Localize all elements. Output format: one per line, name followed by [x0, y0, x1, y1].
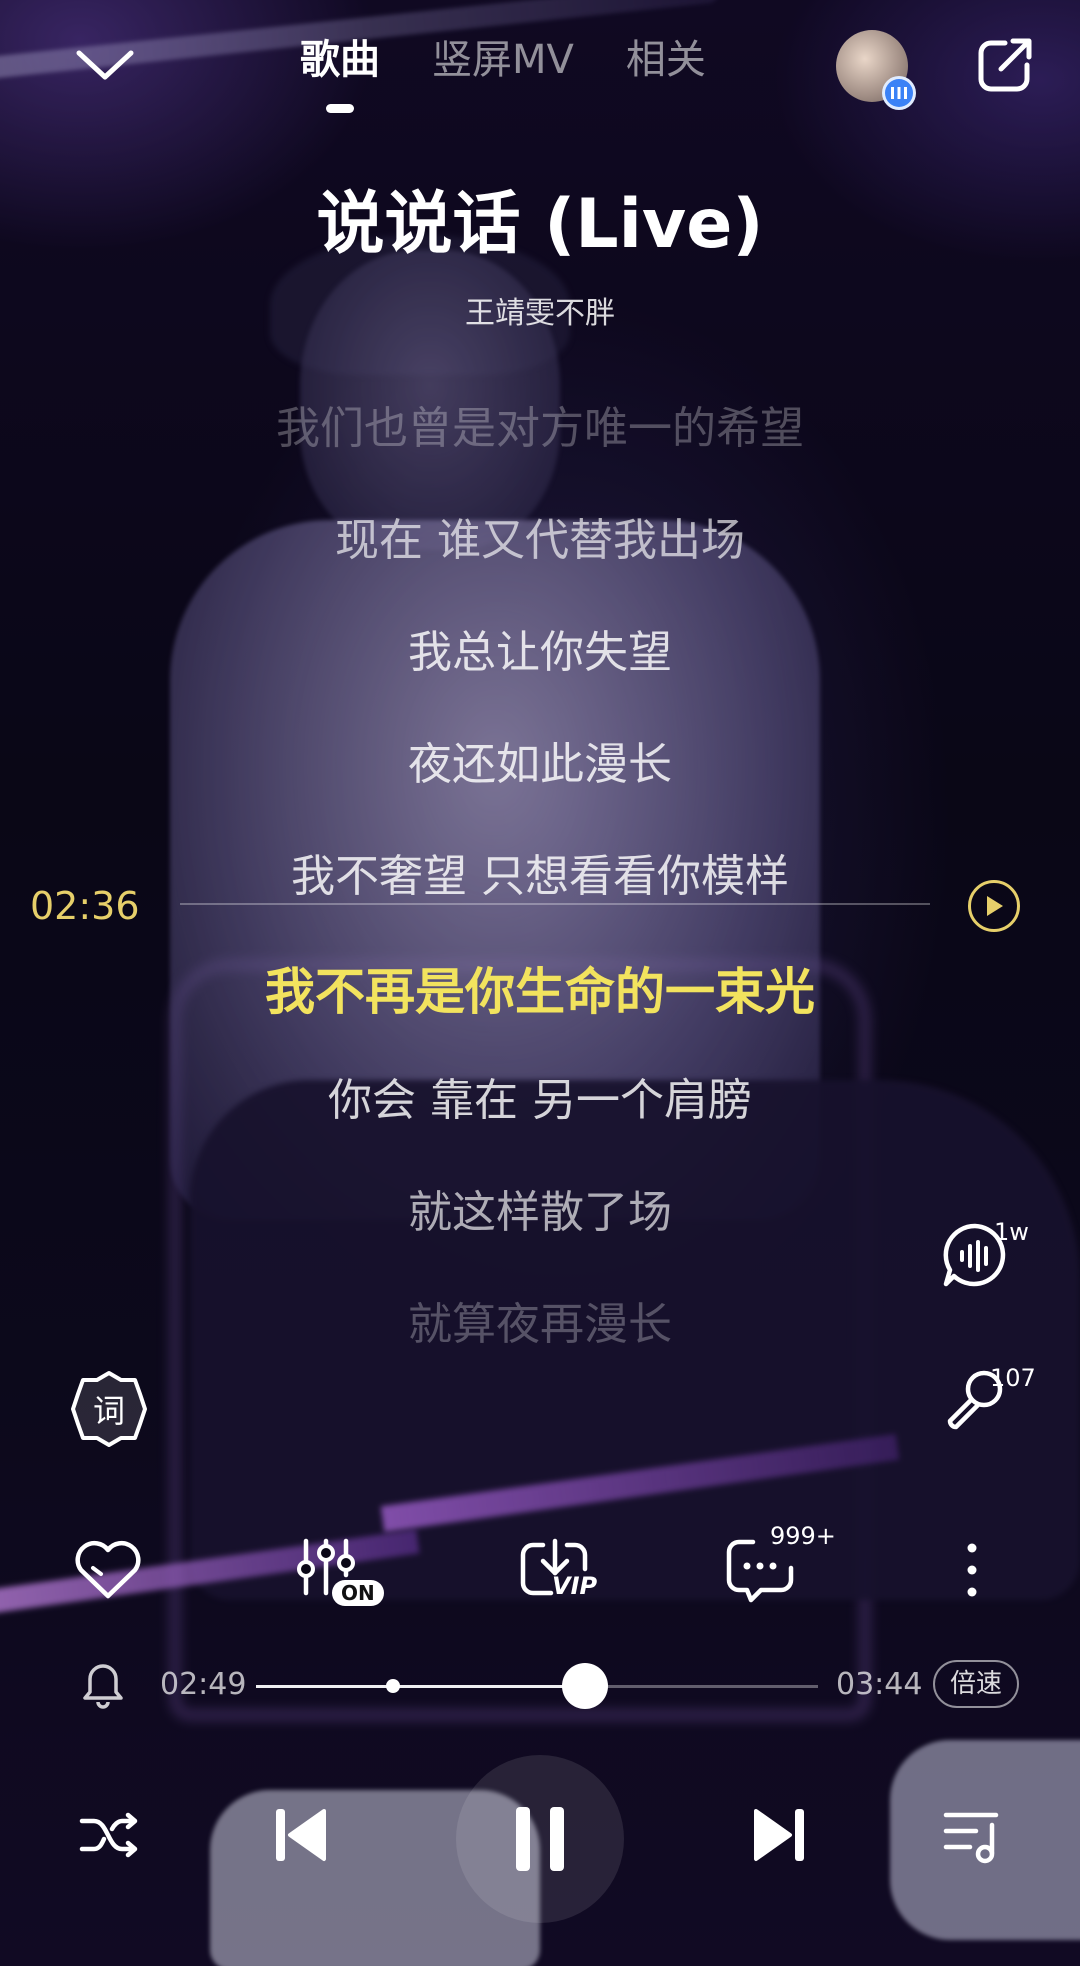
artist-name[interactable]: 王靖雯不胖: [0, 288, 1080, 332]
tab-song[interactable]: 歌曲: [300, 30, 380, 113]
lyric-line: 夜还如此漫长: [408, 739, 672, 790]
progress-knob[interactable]: [561, 1663, 608, 1709]
lyric-mode-button[interactable]: 词: [70, 1370, 148, 1448]
lyric-line: 我们也曾是对方唯一的希望: [276, 403, 804, 454]
lyric-line: 现在 谁又代替我出场: [335, 515, 745, 566]
lyric-line: 就这样散了场: [408, 1187, 672, 1238]
skip-next-icon: [754, 1809, 804, 1861]
lyric-mode-label: 词: [92, 1392, 125, 1430]
playback-controls: [0, 1755, 1080, 1923]
comment-count: 999+: [770, 1522, 836, 1550]
more-vertical-icon: [967, 1543, 977, 1597]
shuffle-icon: [79, 1812, 138, 1858]
sleep-timer-button[interactable]: [78, 1660, 128, 1710]
lyric-scrub-time: 02:36: [30, 884, 140, 928]
chevron-down-icon: [76, 50, 134, 80]
previous-button[interactable]: [262, 1791, 338, 1879]
song-title: 说说话 (Live): [316, 185, 764, 264]
more-button[interactable]: [922, 1520, 1022, 1620]
tab-bar: 歌曲 竖屏MV 相关: [300, 30, 706, 113]
lyric-line: 我总让你失望: [408, 627, 672, 678]
top-bar: 歌曲 竖屏MV 相关: [0, 0, 1080, 120]
share-button[interactable]: [972, 32, 1038, 98]
total-time: 03:44: [836, 1667, 923, 1702]
current-lyric-line: 我不再是你生命的一束光: [265, 963, 815, 1021]
progress-bar: 02:49 03:44 倍速: [0, 1650, 1080, 1720]
audio-bars-icon: [882, 76, 916, 110]
tab-related[interactable]: 相关: [626, 30, 706, 100]
lyric-line: 我不奢望 只想看看你模样: [291, 851, 789, 902]
lyric-line: 就算夜再漫长: [408, 1299, 672, 1350]
tab-vertical-mv[interactable]: 竖屏MV: [432, 30, 574, 100]
voice-count: 1w: [994, 1218, 1029, 1246]
shuffle-button[interactable]: [70, 1795, 150, 1875]
progress-marker: [386, 1679, 401, 1693]
playlist-icon: [943, 1812, 999, 1864]
skip-previous-icon: [276, 1809, 326, 1861]
bell-icon: [83, 1664, 123, 1709]
download-button[interactable]: VIP: [500, 1520, 610, 1620]
vip-label: VIP: [552, 1572, 598, 1600]
share-icon: [978, 38, 1032, 92]
action-row: ON VIP 999+: [0, 1520, 1080, 1620]
lyric-scrub-line: [180, 903, 930, 905]
play-icon: [987, 896, 1003, 916]
pause-button[interactable]: [490, 1789, 590, 1889]
playback-speed-button[interactable]: 倍速: [933, 1660, 1019, 1708]
play-from-lyric-button[interactable]: [968, 880, 1020, 932]
playlist-button[interactable]: [932, 1795, 1012, 1875]
lyric-line: 你会 靠在 另一个肩膀: [328, 1075, 752, 1126]
karaoke-count: 107: [990, 1364, 1036, 1392]
sound-effect-on-badge: ON: [332, 1580, 384, 1606]
next-button[interactable]: [742, 1791, 818, 1879]
pause-icon: [516, 1807, 564, 1871]
heart-icon: [75, 1540, 141, 1599]
current-time: 02:49: [160, 1667, 247, 1702]
sound-effect-button[interactable]: ON: [282, 1520, 392, 1620]
progress-fill: [256, 1685, 585, 1688]
collapse-button[interactable]: [70, 30, 140, 100]
like-button[interactable]: [58, 1520, 158, 1620]
